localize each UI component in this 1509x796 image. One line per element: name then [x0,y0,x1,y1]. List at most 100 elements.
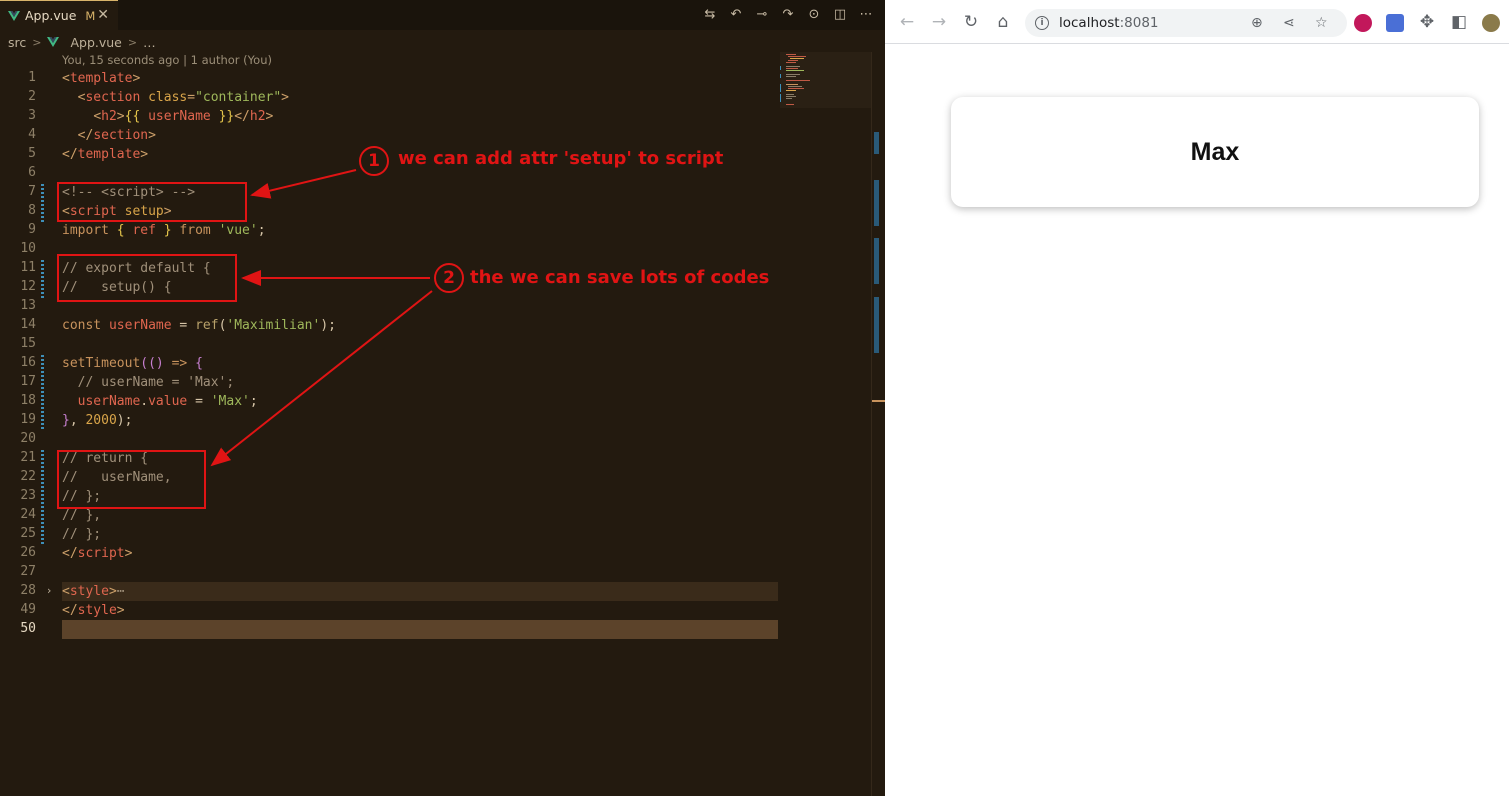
close-icon[interactable]: ✕ [97,7,109,23]
cursor-line-highlight [62,620,778,639]
vue-file-icon [47,37,60,47]
fold-chevron-icon[interactable]: › [47,584,51,597]
code-line: <h2>{{ userName }}</h2> [93,109,274,124]
editor-toolbar: ⇆ ↶ ⊸ ↷ ⊙ ◫ ⋯ [701,5,875,23]
annotation-number-2: 2 [434,263,464,293]
zoom-icon[interactable]: ⊕ [1251,15,1263,31]
home-icon[interactable]: ⌂ [993,12,1013,32]
line-number: 50 [20,621,36,636]
code-line: // userName = 'Max'; [77,375,235,390]
line-number: 20 [20,431,36,446]
code-line: // }; [62,527,102,542]
line-number: 15 [20,336,36,351]
line-number: 24 [20,507,36,522]
line-number: 4 [28,127,36,142]
browser-toolbar: ← → ↻ ⌂ i localhost:8081 ⊕ ⋖ ☆ ✥ ◧ [885,0,1509,44]
line-number: 23 [20,488,36,503]
line-number: 1 [28,70,36,85]
avatar[interactable] [1482,14,1500,32]
line-number: 13 [20,298,36,313]
line-number: 26 [20,545,36,560]
go-back-icon[interactable]: ↶ [727,5,745,23]
git-change-bar [41,450,44,545]
code-line: </template> [62,147,149,162]
side-panel-icon[interactable]: ◧ [1449,12,1469,32]
breadcrumb-file[interactable]: App.vue [70,35,121,50]
annotation-box [57,182,247,222]
annotation-text-2: the we can save lots of codes [470,267,770,288]
vue-file-icon [8,10,20,21]
breadcrumb: src > App.vue > … [8,34,156,50]
breadcrumb-folder[interactable]: src [8,35,26,50]
line-number: 12 [20,279,36,294]
commit-icon[interactable]: ⊸ [753,5,771,23]
user-name-heading: Max [1190,137,1240,166]
line-number: 11 [20,260,36,275]
tab-app-vue[interactable]: App.vue M ✕ [0,0,118,30]
line-number: 21 [20,450,36,465]
line-number: 3 [28,108,36,123]
user-card: Max [951,97,1479,207]
code-editor: App.vue M ✕ ⇆ ↶ ⊸ ↷ ⊙ ◫ ⋯ src > App.vue … [0,0,885,796]
line-number: 9 [28,222,36,237]
line-number: 28 [20,583,36,598]
url-text: localhost:8081 [1059,15,1159,31]
address-bar[interactable]: i localhost:8081 ⊕ ⋖ ☆ [1025,9,1347,37]
line-number: 18 [20,393,36,408]
git-blame-lens[interactable]: You, 15 seconds ago | 1 author (You) [62,53,272,67]
extension-icon[interactable] [1354,14,1372,32]
code-line: }, 2000); [62,413,133,428]
reload-icon[interactable]: ↻ [961,12,981,32]
tab-filename: App.vue [25,8,77,23]
code-line: userName.value = 'Max'; [77,394,258,409]
back-arrow-icon[interactable]: ← [897,12,917,32]
puzzle-extensions-icon[interactable]: ✥ [1417,12,1437,32]
forward-arrow-icon[interactable]: → [929,12,949,32]
scrollbar-change-marker [874,297,879,353]
site-info-icon[interactable]: i [1035,16,1049,30]
scrollbar-change-marker [874,238,879,284]
line-number: 14 [20,317,36,332]
annotation-box [57,450,206,509]
code-line: </style> [62,603,125,618]
code-line: <section class="container"> [77,90,289,105]
more-icon[interactable]: ⋯ [857,5,875,23]
translate-extension-icon[interactable] [1386,14,1404,32]
scrollbar-change-marker [874,180,879,226]
code-line: const userName = ref('Maximilian'); [62,318,336,333]
line-number: 7 [28,184,36,199]
line-number: 2 [28,89,36,104]
line-number: 5 [28,146,36,161]
code-line: <style>⋯ [62,584,125,599]
annotation-text-1: we can add attr 'setup' to script [398,148,724,169]
split-editor-icon[interactable]: ◫ [831,5,849,23]
chevron-right-icon: > [127,35,138,49]
git-change-bar [41,184,44,222]
chevron-right-icon: > [32,35,42,49]
scrollbar-change-marker [874,132,879,154]
source-control-icon[interactable]: ⇆ [701,5,719,23]
bookmark-star-icon[interactable]: ☆ [1315,15,1328,31]
annotation-box [57,254,237,302]
breadcrumb-ellipsis[interactable]: … [143,35,156,50]
code-line: <template> [62,71,141,86]
line-number: 17 [20,374,36,389]
editor-tab-bar: App.vue M ✕ ⇆ ↶ ⊸ ↷ ⊙ ◫ ⋯ [0,0,885,30]
code-line: </script> [62,546,133,561]
go-forward-icon[interactable]: ↷ [779,5,797,23]
line-number: 19 [20,412,36,427]
browser-window: ← → ↻ ⌂ i localhost:8081 ⊕ ⋖ ☆ ✥ ◧ Max [885,0,1509,796]
minimap[interactable] [780,52,872,112]
line-number: 6 [28,165,36,180]
git-change-bar [41,260,44,298]
line-number: 49 [20,602,36,617]
editor-scrollbar[interactable] [871,52,885,796]
share-icon[interactable]: ⋖ [1283,15,1295,31]
timeline-icon[interactable]: ⊙ [805,5,823,23]
code-line: </section> [77,128,156,143]
code-line: import { ref } from 'vue'; [62,223,266,238]
line-number: 27 [20,564,36,579]
line-number: 22 [20,469,36,484]
line-number: 25 [20,526,36,541]
line-number: 10 [20,241,36,256]
